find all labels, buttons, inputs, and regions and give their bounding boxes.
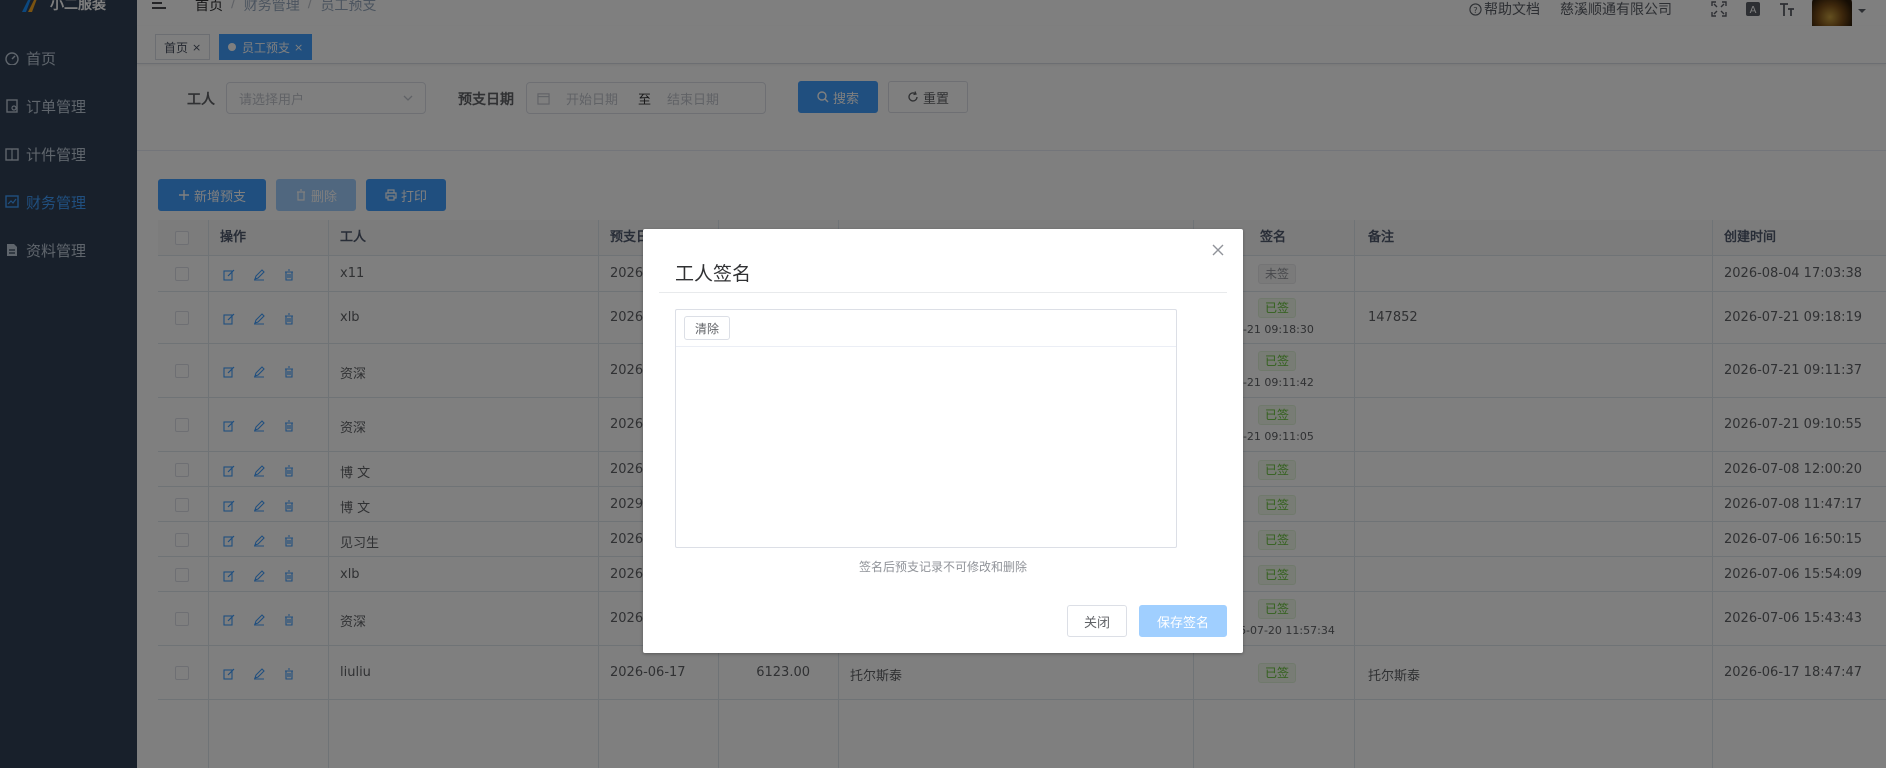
signature-toolbar: 清除 (676, 310, 1176, 347)
signature-tip: 签名后预支记录不可修改和删除 (858, 560, 1027, 574)
signature-pad[interactable]: 清除 (675, 309, 1177, 548)
close-button[interactable]: 关闭 (1067, 605, 1127, 637)
app-root: 小二服装 首页 订单管理 计件管理 财务管理 资料管理 首页 / 财务管理 (0, 0, 1886, 768)
signature-dialog: 工人签名 清除 签名后预支记录不可修改和删除 关闭 保存签名 (643, 229, 1243, 653)
save-signature-button[interactable]: 保存签名 (1139, 605, 1227, 637)
dialog-divider (659, 292, 1227, 293)
close-icon[interactable] (1211, 243, 1225, 257)
dialog-title: 工人签名 (675, 263, 752, 285)
clear-signature-button[interactable]: 清除 (684, 316, 731, 340)
